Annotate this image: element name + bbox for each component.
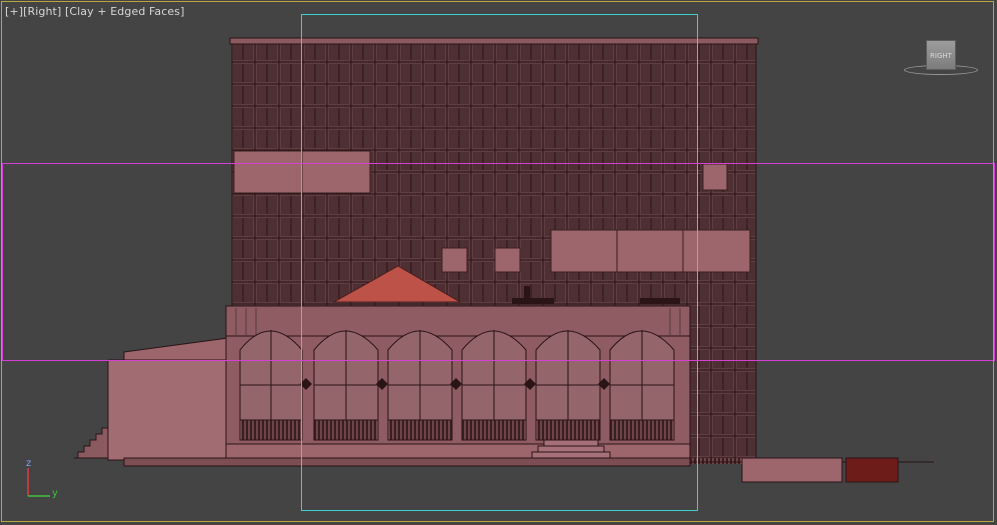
entry-steps[interactable] xyxy=(531,439,611,459)
axis-z-label: z xyxy=(26,458,32,469)
arch-bay-1[interactable] xyxy=(239,330,303,441)
arch-bay-4[interactable] xyxy=(461,330,527,441)
viewcube-face-right[interactable]: RIGHT xyxy=(926,40,956,70)
arch-bay-5[interactable] xyxy=(535,330,601,441)
viewport-right[interactable]: [+][Right] [Clay + Edged Faces] RIGHT z … xyxy=(0,0,997,525)
annex-roof xyxy=(123,337,229,363)
left-annex[interactable] xyxy=(74,337,233,467)
tower-window-b xyxy=(494,247,521,273)
viewcube[interactable]: RIGHT xyxy=(904,38,980,82)
view-point-menu[interactable]: [Right] xyxy=(23,5,61,18)
annex-wall xyxy=(107,359,229,461)
tower-panel-small xyxy=(702,163,728,191)
shading-menu[interactable]: [Clay + Edged Faces] xyxy=(65,5,185,18)
annex-stairs xyxy=(74,427,109,459)
annex-accent xyxy=(845,457,899,483)
arch-bay-3[interactable] xyxy=(387,330,453,441)
viewport-menu-button[interactable]: [+] xyxy=(5,5,23,18)
scene-canvas[interactable] xyxy=(0,0,997,525)
base-strip xyxy=(123,457,691,467)
tower-panel-right xyxy=(550,229,751,273)
viewport-label[interactable]: [+][Right] [Clay + Edged Faces] xyxy=(5,5,185,18)
arch-bay-6[interactable] xyxy=(609,330,675,441)
tower-window-a xyxy=(441,247,468,273)
right-annex[interactable] xyxy=(690,457,934,483)
arch-bay-2[interactable] xyxy=(313,330,379,441)
axis-tripod: z y xyxy=(20,458,70,504)
tower-cap xyxy=(229,37,759,45)
pavilion-parapet xyxy=(225,305,691,337)
annex-slab xyxy=(741,457,843,483)
axis-y-label: y xyxy=(52,488,58,499)
